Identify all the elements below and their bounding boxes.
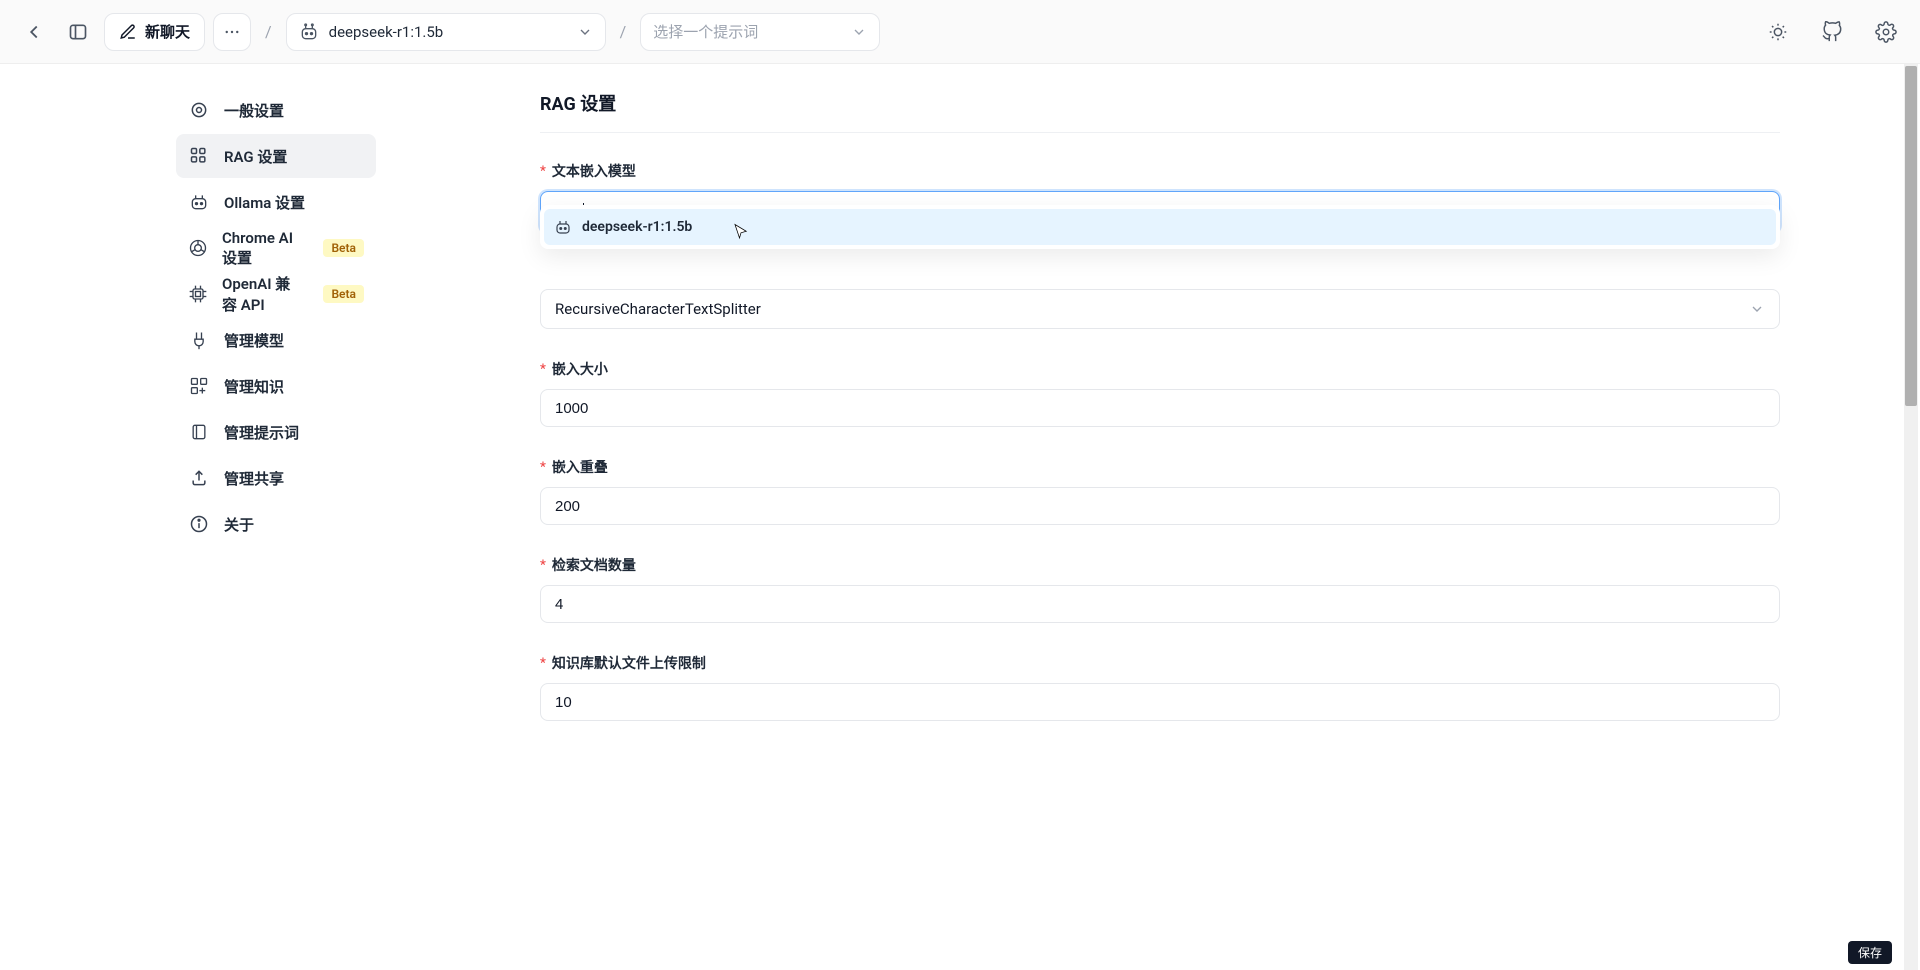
chunk-overlap-input[interactable] bbox=[540, 487, 1780, 525]
gear-icon bbox=[1875, 21, 1897, 43]
info-icon bbox=[189, 514, 209, 534]
chip-icon bbox=[188, 284, 208, 304]
brain-icon bbox=[1767, 21, 1789, 43]
sidebar-item-manage-knowledge[interactable]: 管理知识 bbox=[176, 364, 376, 408]
settings-button[interactable] bbox=[1868, 14, 1904, 50]
sidebar-item-chrome-ai[interactable]: Chrome AI 设置 Beta bbox=[176, 226, 376, 270]
dropdown-option-label: deepseek-r1:1.5b bbox=[582, 219, 692, 235]
more-button[interactable] bbox=[213, 13, 251, 51]
required-asterisk: * bbox=[540, 558, 546, 573]
sidebar-item-ollama[interactable]: Ollama 设置 bbox=[176, 180, 376, 224]
doc-count-input[interactable] bbox=[540, 585, 1780, 623]
required-asterisk: * bbox=[540, 362, 546, 377]
field-label: 嵌入重叠 bbox=[552, 457, 608, 477]
beta-badge: Beta bbox=[323, 285, 364, 303]
required-asterisk: * bbox=[540, 460, 546, 475]
sidebar-item-label: Chrome AI 设置 bbox=[222, 229, 301, 268]
vertical-scrollbar[interactable] bbox=[1904, 64, 1918, 970]
text-splitter-select[interactable]: RecursiveCharacterTextSplitter bbox=[540, 289, 1780, 329]
select-value: RecursiveCharacterTextSplitter bbox=[555, 300, 761, 318]
sidebar-item-label: 管理共享 bbox=[224, 468, 284, 489]
breadcrumb-separator: / bbox=[265, 22, 272, 41]
sidebar-item-label: OpenAI 兼容 API bbox=[222, 273, 301, 315]
file-limit-input[interactable] bbox=[540, 683, 1780, 721]
top-bar: 新聊天 / deepseek-r1:1.5b / 选择一个提示词 bbox=[0, 0, 1920, 64]
target-icon bbox=[189, 100, 209, 120]
sidebar-item-label: RAG 设置 bbox=[224, 146, 287, 167]
scrollbar-thumb[interactable] bbox=[1905, 66, 1917, 406]
chevron-down-icon bbox=[1749, 301, 1765, 317]
sidebar-toggle-button[interactable] bbox=[60, 14, 96, 50]
dropdown-option[interactable]: deepseek-r1:1.5b bbox=[544, 209, 1776, 245]
chunk-size-input[interactable] bbox=[540, 389, 1780, 427]
settings-content: RAG 设置 * 文本嵌入模型 deepseek-r1:1.5b deepsee… bbox=[376, 64, 1920, 970]
field-label: 知识库默认文件上传限制 bbox=[552, 653, 706, 673]
page-title: RAG 设置 bbox=[540, 90, 1780, 133]
beta-badge: Beta bbox=[323, 239, 364, 257]
share-icon bbox=[189, 468, 209, 488]
field-label: 文本嵌入模型 bbox=[552, 161, 636, 181]
prompt-placeholder: 选择一个提示词 bbox=[653, 21, 758, 42]
chevron-down-icon bbox=[577, 24, 593, 40]
field-chunk-overlap: * 嵌入重叠 bbox=[540, 457, 1780, 525]
plug-icon bbox=[189, 330, 209, 350]
model-selected-label: deepseek-r1:1.5b bbox=[329, 23, 444, 41]
panel-left-icon bbox=[68, 22, 88, 42]
sidebar-item-manage-prompts[interactable]: 管理提示词 bbox=[176, 410, 376, 454]
edit-icon bbox=[119, 23, 137, 41]
book-icon bbox=[189, 422, 209, 442]
squares-icon bbox=[189, 376, 209, 396]
field-embedding-model: * 文本嵌入模型 deepseek-r1:1.5b deepseek-r1:1.… bbox=[540, 161, 1780, 233]
sidebar-item-label: 一般设置 bbox=[224, 100, 284, 121]
settings-sidebar: 一般设置 RAG 设置 Ollama 设置 Chrome AI 设置 Beta … bbox=[0, 64, 376, 970]
required-asterisk: * bbox=[540, 656, 546, 671]
chevron-left-icon bbox=[23, 21, 45, 43]
embedding-model-dropdown: deepseek-r1:1.5b bbox=[540, 205, 1780, 249]
field-label: 检索文档数量 bbox=[552, 555, 636, 575]
field-label: 嵌入大小 bbox=[552, 359, 608, 379]
github-icon bbox=[1821, 21, 1843, 43]
new-chat-button[interactable]: 新聊天 bbox=[104, 13, 205, 51]
github-button[interactable] bbox=[1814, 14, 1850, 50]
chrome-icon bbox=[188, 238, 208, 258]
sidebar-item-label: 关于 bbox=[224, 514, 254, 535]
robot-icon bbox=[554, 218, 572, 236]
breadcrumb-separator: / bbox=[620, 22, 627, 41]
new-chat-label: 新聊天 bbox=[145, 21, 190, 42]
sidebar-item-about[interactable]: 关于 bbox=[176, 502, 376, 546]
sidebar-item-manage-share[interactable]: 管理共享 bbox=[176, 456, 376, 500]
sidebar-item-general[interactable]: 一般设置 bbox=[176, 88, 376, 132]
field-file-limit: * 知识库默认文件上传限制 bbox=[540, 653, 1780, 721]
robot-icon bbox=[189, 192, 209, 212]
field-text-splitter: RecursiveCharacterTextSplitter bbox=[540, 289, 1780, 329]
sidebar-item-label: Ollama 设置 bbox=[224, 192, 305, 213]
grid-icon bbox=[189, 146, 209, 166]
model-select[interactable]: deepseek-r1:1.5b bbox=[286, 13, 606, 51]
sidebar-item-label: 管理知识 bbox=[224, 376, 284, 397]
robot-icon bbox=[299, 22, 319, 42]
required-asterisk: * bbox=[540, 164, 546, 179]
prompt-select[interactable]: 选择一个提示词 bbox=[640, 13, 880, 51]
dots-horizontal-icon bbox=[223, 23, 241, 41]
sidebar-item-label: 管理提示词 bbox=[224, 422, 299, 443]
field-doc-count: * 检索文档数量 bbox=[540, 555, 1780, 623]
brain-button[interactable] bbox=[1760, 14, 1796, 50]
sidebar-item-label: 管理模型 bbox=[224, 330, 284, 351]
sidebar-item-openai-api[interactable]: OpenAI 兼容 API Beta bbox=[176, 272, 376, 316]
back-button[interactable] bbox=[16, 14, 52, 50]
save-tooltip: 保存 bbox=[1848, 941, 1892, 964]
sidebar-item-rag[interactable]: RAG 设置 bbox=[176, 134, 376, 178]
header-right-icons bbox=[1760, 14, 1904, 50]
chevron-down-icon bbox=[851, 24, 867, 40]
field-chunk-size: * 嵌入大小 bbox=[540, 359, 1780, 427]
sidebar-item-manage-model[interactable]: 管理模型 bbox=[176, 318, 376, 362]
